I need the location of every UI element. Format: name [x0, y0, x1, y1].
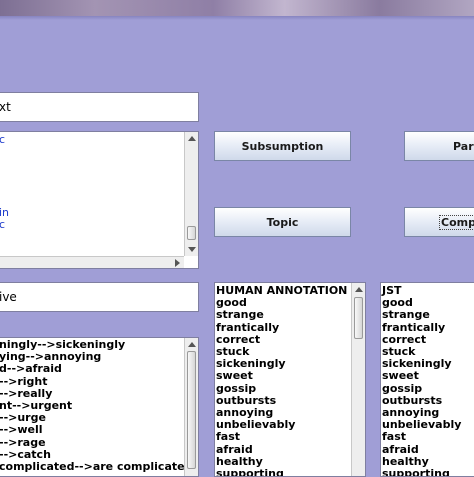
- list-item[interactable]: afraid: [216, 443, 347, 456]
- list-item[interactable]: supporting: [382, 467, 461, 476]
- list-item[interactable]: [0, 158, 9, 170]
- mid-text-field-value: ive: [0, 290, 17, 304]
- subsumption-button[interactable]: Subsumption: [214, 131, 351, 161]
- list-item[interactable]: strange: [216, 309, 347, 321]
- human-annotation-vertical-scrollbar[interactable]: [351, 283, 365, 476]
- subsumption-button-label: Subsumption: [241, 139, 324, 153]
- header-banner-image: [0, 0, 474, 16]
- list-item[interactable]: [0, 146, 9, 158]
- list-item[interactable]: [0, 183, 9, 195]
- compa-button[interactable]: Compa: [404, 207, 474, 237]
- list-item[interactable]: sweet: [382, 370, 461, 382]
- list-item[interactable]: strange: [382, 309, 461, 321]
- list-item[interactable]: sweet: [216, 370, 347, 382]
- para-button[interactable]: Para: [404, 131, 474, 161]
- list-item[interactable]: -->rage: [0, 436, 192, 449]
- list-item[interactable]: c: [0, 219, 9, 231]
- topic-button[interactable]: Topic: [214, 207, 351, 237]
- list-item[interactable]: c: [0, 133, 9, 146]
- human-annotation-list: HUMAN ANNOTATION good strange franticall…: [216, 284, 347, 476]
- scroll-thumb[interactable]: [187, 351, 196, 469]
- list-item[interactable]: d-->afraid: [0, 363, 192, 375]
- list-item[interactable]: -->well: [0, 424, 192, 436]
- scroll-thumb[interactable]: [354, 297, 363, 339]
- list-item[interactable]: gossip: [216, 382, 347, 395]
- upper-list-vertical-scrollbar[interactable]: [184, 132, 198, 256]
- lower-list-vertical-scrollbar[interactable]: [184, 338, 198, 476]
- list-item[interactable]: [0, 171, 9, 183]
- jst-list: JST good strange frantically correct stu…: [382, 284, 461, 476]
- scroll-up-icon[interactable]: [188, 136, 196, 141]
- list-item[interactable]: -->right: [0, 375, 192, 388]
- lower-list-panel[interactable]: ningly-->sickeningly ying-->annoying d--…: [0, 337, 199, 477]
- upper-list-panel[interactable]: c in c: [0, 131, 199, 269]
- list-item[interactable]: fast: [216, 431, 347, 443]
- jst-panel[interactable]: JST good strange frantically correct stu…: [380, 282, 474, 477]
- compa-button-label: Compa: [439, 214, 474, 230]
- para-button-label: Para: [453, 139, 474, 153]
- scroll-down-icon[interactable]: [188, 247, 196, 252]
- list-item[interactable]: complicated-->are complicated: [0, 460, 192, 473]
- list-item[interactable]: gossip: [382, 382, 461, 395]
- lower-list: ningly-->sickeningly ying-->annoying d--…: [0, 338, 192, 473]
- top-text-field[interactable]: xt: [0, 92, 199, 122]
- banner-shadow: [0, 16, 474, 20]
- scroll-thumb[interactable]: [187, 226, 196, 240]
- list-item[interactable]: supporting: [216, 467, 347, 476]
- upper-list-horizontal-scrollbar[interactable]: [0, 256, 184, 268]
- list-item[interactable]: frantically: [216, 321, 347, 334]
- mid-text-field[interactable]: ive: [0, 282, 199, 312]
- list-item[interactable]: afraid: [382, 443, 461, 456]
- scroll-right-icon[interactable]: [175, 259, 180, 267]
- scroll-up-icon[interactable]: [355, 287, 363, 292]
- topic-button-label: Topic: [266, 215, 299, 229]
- scroll-up-icon[interactable]: [188, 342, 196, 347]
- top-text-field-value: xt: [0, 100, 11, 114]
- upper-list: c in c: [0, 133, 9, 232]
- list-item[interactable]: fast: [382, 431, 461, 443]
- list-item[interactable]: frantically: [382, 321, 461, 334]
- human-annotation-panel[interactable]: HUMAN ANNOTATION good strange franticall…: [214, 282, 366, 477]
